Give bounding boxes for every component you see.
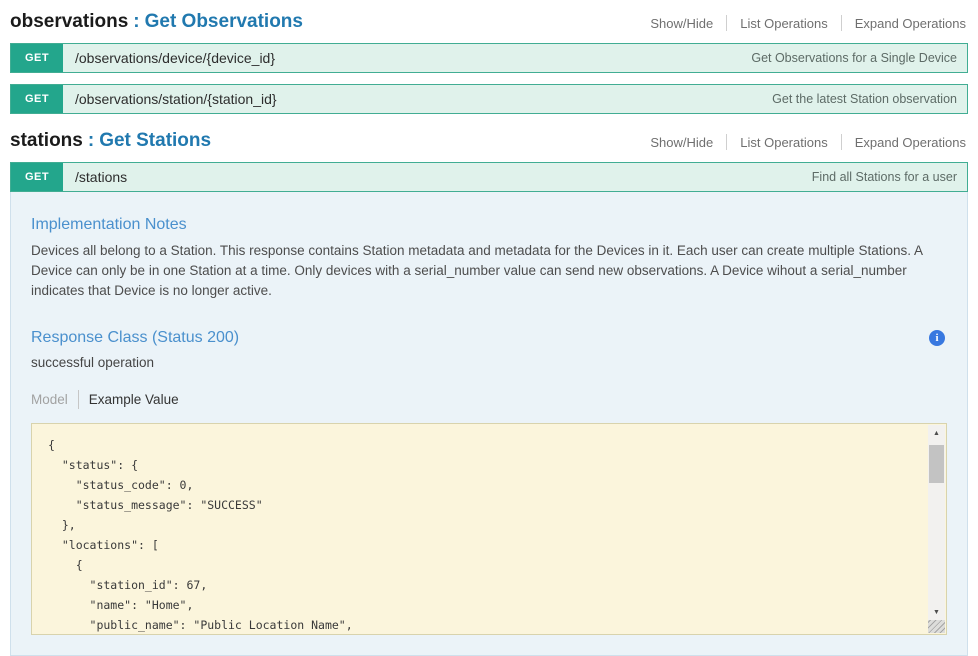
tab-model[interactable]: Model — [31, 392, 78, 407]
operation-row-get-observations-device[interactable]: GET /observations/device/{device_id} Get… — [10, 43, 968, 73]
resource-name: observations — [10, 11, 128, 32]
list-operations-link[interactable]: List Operations — [727, 16, 840, 31]
operation-path[interactable]: /observations/station/{station_id} — [63, 85, 277, 113]
swagger-api-docs-page: observations: Get Observations Show/Hide … — [0, 0, 978, 656]
operation-summary: Get Observations for a Single Device — [751, 44, 967, 72]
tab-example-value[interactable]: Example Value — [79, 392, 179, 407]
info-icon[interactable]: i — [929, 330, 945, 346]
section-controls: Show/Hide List Operations Expand Operati… — [637, 15, 968, 34]
response-class-header: Response Class (Status 200) i — [31, 301, 947, 347]
implementation-notes-text: Devices all belong to a Station. This re… — [31, 241, 947, 301]
operation-row-get-stations[interactable]: GET /stations Find all Stations for a us… — [10, 162, 968, 192]
resource-link[interactable]: Get Observations — [145, 11, 303, 32]
resource-colon: : — [133, 11, 139, 32]
resource-colon: : — [88, 130, 94, 151]
response-class-title: Response Class (Status 200) — [31, 329, 239, 347]
resource-title: stations:Get Stations — [10, 129, 211, 153]
get-method-badge: GET — [11, 163, 63, 191]
resource-name: stations — [10, 130, 83, 151]
scroll-down-button[interactable]: ▼ — [928, 604, 945, 620]
implementation-notes-title: Implementation Notes — [31, 192, 947, 234]
response-tabs: Model Example Value — [31, 390, 947, 409]
example-code-block: { "status": { "status_code": 0, "status_… — [31, 423, 947, 635]
resource-link[interactable]: Get Stations — [99, 130, 211, 151]
operation-summary: Get the latest Station observation — [772, 85, 967, 113]
get-method-badge: GET — [11, 85, 63, 113]
operation-summary: Find all Stations for a user — [812, 163, 967, 191]
show-hide-link[interactable]: Show/Hide — [637, 16, 726, 31]
expand-operations-link[interactable]: Expand Operations — [842, 135, 968, 150]
operation-path[interactable]: /observations/device/{device_id} — [63, 44, 275, 72]
resize-grip[interactable] — [928, 620, 945, 633]
scrollbar[interactable]: ▲ ▼ — [928, 425, 945, 633]
resource-title: observations: Get Observations — [10, 10, 303, 34]
show-hide-link[interactable]: Show/Hide — [637, 135, 726, 150]
list-operations-link[interactable]: List Operations — [727, 135, 840, 150]
operation-panel: Implementation Notes Devices all belong … — [10, 192, 968, 656]
scroll-thumb[interactable] — [929, 445, 944, 483]
operation-row-get-observations-station[interactable]: GET /observations/station/{station_id} G… — [10, 84, 968, 114]
get-method-badge: GET — [11, 44, 63, 72]
section-header-observations: observations: Get Observations Show/Hide … — [10, 10, 968, 34]
example-code: { "status": { "status_code": 0, "status_… — [32, 424, 946, 635]
response-subtitle: successful operation — [31, 355, 947, 370]
operation-path[interactable]: /stations — [63, 163, 127, 191]
scroll-up-button[interactable]: ▲ — [928, 425, 945, 441]
section-header-stations: stations:Get Stations Show/Hide List Ope… — [10, 129, 968, 153]
expand-operations-link[interactable]: Expand Operations — [842, 16, 968, 31]
scroll-track[interactable] — [928, 441, 945, 604]
section-controls: Show/Hide List Operations Expand Operati… — [637, 134, 968, 153]
